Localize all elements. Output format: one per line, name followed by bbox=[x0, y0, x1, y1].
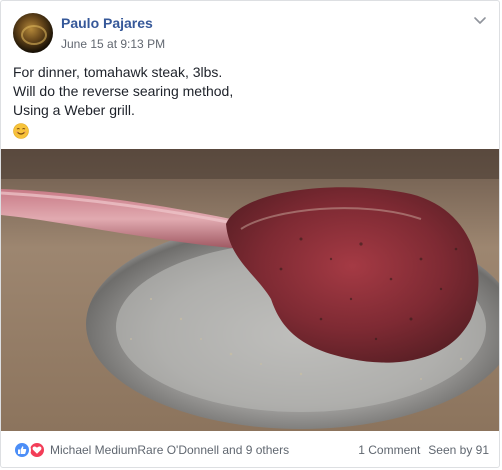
post-text: For dinner, tomahawk steak, 3lbs. Will d… bbox=[13, 63, 483, 144]
post-footer: Michael MediumRare O'Donnell and 9 other… bbox=[13, 439, 489, 461]
post-text-line: Using a Weber grill. bbox=[13, 102, 135, 118]
post-card: Paulo Pajares June 15 at 9:13 PM For din… bbox=[0, 0, 500, 468]
reactions-summary[interactable]: Michael MediumRare O'Donnell and 9 other… bbox=[13, 441, 289, 459]
author-name[interactable]: Paulo Pajares bbox=[61, 14, 165, 32]
post-meta: Paulo Pajares June 15 at 9:13 PM bbox=[61, 14, 165, 52]
post-text-line: For dinner, tomahawk steak, 3lbs. bbox=[13, 64, 223, 80]
seen-count[interactable]: Seen by 91 bbox=[428, 443, 489, 457]
smiling-face-icon bbox=[13, 123, 29, 139]
reaction-names[interactable]: Michael MediumRare O'Donnell and 9 other… bbox=[50, 443, 289, 457]
avatar[interactable] bbox=[13, 13, 53, 53]
comments-count[interactable]: 1 Comment bbox=[358, 443, 420, 457]
chevron-down-icon[interactable] bbox=[473, 15, 487, 25]
thumbs-up-icon bbox=[13, 441, 31, 459]
post-header: Paulo Pajares June 15 at 9:13 PM bbox=[13, 13, 165, 53]
post-photo[interactable] bbox=[1, 149, 499, 431]
post-timestamp[interactable]: June 15 at 9:13 PM bbox=[61, 36, 165, 52]
post-text-line: Will do the reverse searing method, bbox=[13, 83, 234, 99]
